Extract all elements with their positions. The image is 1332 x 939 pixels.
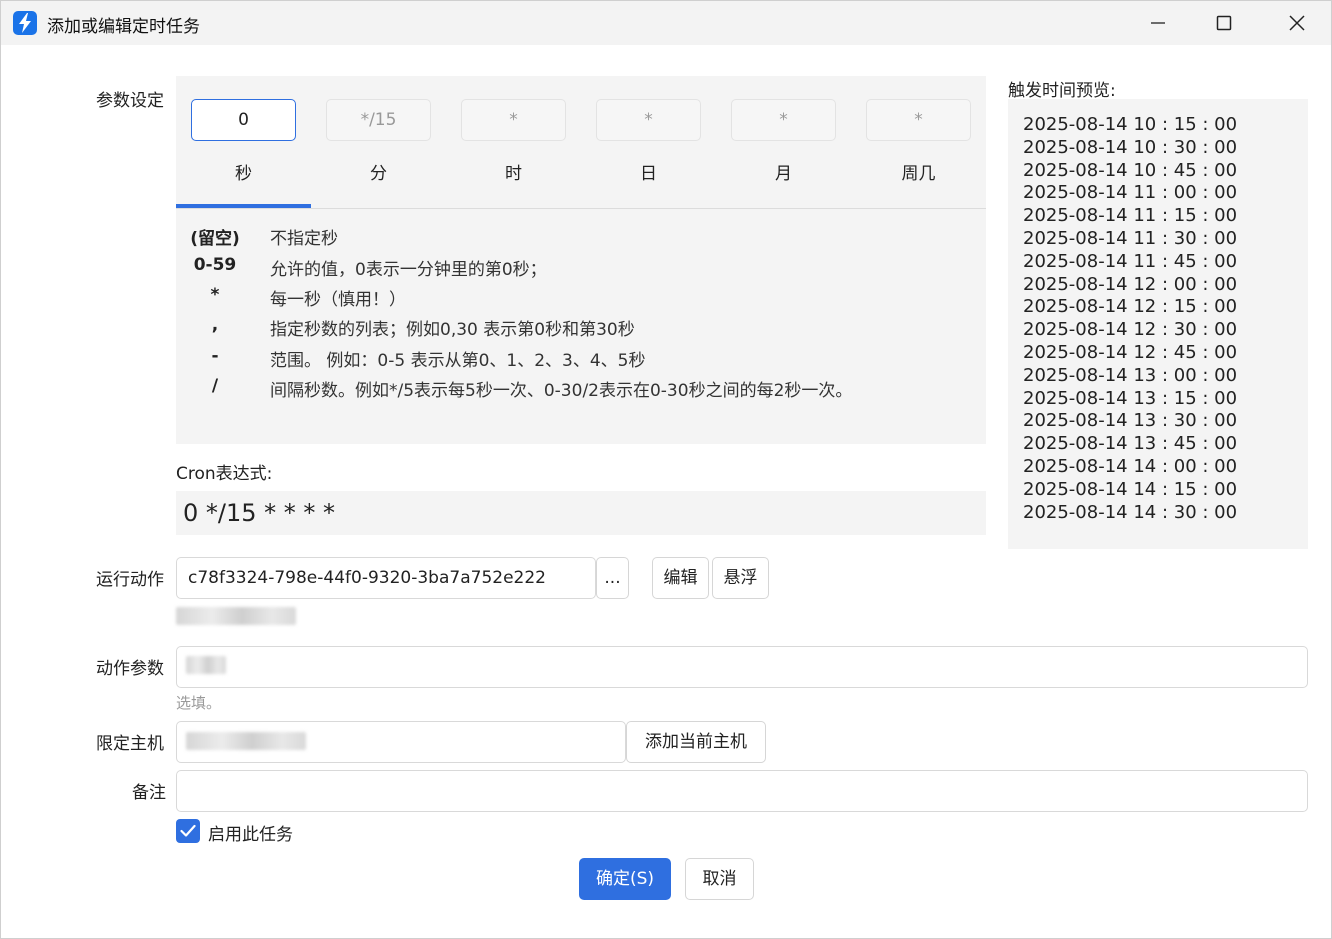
close-button[interactable] (1264, 1, 1330, 45)
hour-field[interactable]: * (461, 99, 566, 141)
action-params-hint: 选填。 (176, 694, 222, 712)
help-row: - 范围。 例如：0-5 表示从第0、1、2、3、4、5秒 (176, 346, 986, 376)
lightning-icon (13, 11, 37, 35)
preview-item: 2025-08-14 13 : 00 : 00 (1023, 364, 1238, 386)
cron-editor-panel: 0 */15 * * * * 秒 分 时 日 月 周几 (留空) 不指定秒 0-… (176, 76, 986, 444)
tab-second[interactable]: 秒 (176, 161, 311, 207)
add-current-host-button[interactable]: 添加当前主机 (626, 721, 766, 763)
preview-item: 2025-08-14 13 : 45 : 00 (1023, 433, 1238, 455)
help-key: , (211, 315, 219, 335)
preview-item: 2025-08-14 10 : 15 : 00 (1023, 114, 1238, 135)
cancel-button[interactable]: 取消 (685, 858, 754, 900)
help-desc: 间隔秒数。例如*/5表示每5秒一次、0-30/2表示在0-30秒之间的每2秒一次… (270, 381, 853, 401)
preview-item: 2025-08-14 12 : 45 : 00 (1023, 341, 1238, 363)
day-field[interactable]: * (596, 99, 701, 141)
float-action-button[interactable]: 悬浮 (712, 557, 769, 599)
tab-divider (176, 208, 986, 209)
ok-button[interactable]: 确定(S) (579, 858, 671, 900)
preview-item: 2025-08-14 11 : 30 : 00 (1023, 227, 1238, 249)
remark-input[interactable] (176, 770, 1308, 812)
preview-item: 2025-08-14 10 : 45 : 00 (1023, 159, 1238, 181)
cron-expression: 0 */15 * * * * (176, 491, 986, 535)
window-title: 添加或编辑定时任务 (47, 17, 200, 37)
help-desc: 允许的值，0表示一分钟里的第0秒； (270, 260, 547, 280)
action-id-input[interactable]: c78f3324-798e-44f0-9320-3ba7a752e222 (176, 557, 596, 599)
second-field[interactable]: 0 (191, 99, 296, 141)
help-row: 0-59 允许的值，0表示一分钟里的第0秒； (176, 255, 986, 285)
preview-label: 触发时间预览: (1008, 81, 1116, 101)
help-row: * 每一秒（慎用！） (176, 285, 986, 315)
preview-item: 2025-08-14 11 : 00 : 00 (1023, 182, 1238, 204)
enable-label[interactable]: 启用此任务 (208, 820, 293, 845)
help-row: / 间隔秒数。例如*/5表示每5秒一次、0-30/2表示在0-30秒之间的每2秒… (176, 376, 986, 406)
preview-item: 2025-08-14 14 : 30 : 00 (1023, 501, 1238, 523)
tab-minute[interactable]: 分 (311, 161, 446, 207)
enable-checkbox[interactable] (176, 819, 200, 843)
maximize-button[interactable] (1191, 1, 1257, 45)
preview-list: 2025-08-14 10 : 15 : 00 2025-08-14 10 : … (1008, 99, 1308, 549)
cron-label: Cron表达式: (176, 464, 273, 484)
tab-day[interactable]: 日 (581, 161, 716, 207)
browse-action-button[interactable]: ... (596, 557, 629, 599)
redacted-params-value (186, 656, 226, 674)
tab-hour[interactable]: 时 (446, 161, 581, 207)
preview-item: 2025-08-14 11 : 45 : 00 (1023, 250, 1238, 272)
minute-field[interactable]: */15 (326, 99, 431, 141)
tab-weekday[interactable]: 周几 (851, 161, 986, 207)
remark-label: 备注 (132, 783, 166, 803)
preview-item: 2025-08-14 12 : 00 : 00 (1023, 273, 1238, 295)
tab-month[interactable]: 月 (716, 161, 851, 207)
help-desc: 范围。 例如：0-5 表示从第0、1、2、3、4、5秒 (270, 351, 646, 371)
help-desc: 指定秒数的列表；例如0,30 表示第0秒和第30秒 (270, 320, 635, 340)
help-row: (留空) 不指定秒 (176, 224, 986, 254)
edit-action-button[interactable]: 编辑 (652, 557, 709, 599)
preview-item: 2025-08-14 14 : 00 : 00 (1023, 455, 1238, 477)
preview-item: 2025-08-14 13 : 15 : 00 (1023, 387, 1238, 409)
redacted-host-value (186, 732, 306, 750)
preview-item: 2025-08-14 10 : 30 : 00 (1023, 136, 1238, 158)
minimize-button[interactable] (1125, 1, 1191, 45)
preview-item: 2025-08-14 11 : 15 : 00 (1023, 205, 1238, 227)
weekday-field[interactable]: * (866, 99, 971, 141)
help-desc: 不指定秒 (270, 229, 338, 249)
action-label: 运行动作 (96, 570, 164, 590)
preview-item: 2025-08-14 13 : 30 : 00 (1023, 410, 1238, 432)
month-field[interactable]: * (731, 99, 836, 141)
title-bar: 添加或编辑定时任务 (1, 1, 1331, 45)
preview-item: 2025-08-14 12 : 30 : 00 (1023, 319, 1238, 341)
action-params-input[interactable] (176, 646, 1308, 688)
help-key: - (211, 346, 219, 366)
action-params-label: 动作参数 (96, 659, 164, 679)
help-row: , 指定秒数的列表；例如0,30 表示第0秒和第30秒 (176, 315, 986, 345)
help-key: * (210, 285, 220, 305)
help-key: 0-59 (193, 255, 237, 275)
preview-item: 2025-08-14 14 : 15 : 00 (1023, 478, 1238, 500)
redacted-action-name (176, 607, 296, 625)
preview-item: 2025-08-14 12 : 15 : 00 (1023, 296, 1238, 318)
help-key: (留空) (190, 229, 240, 249)
help-key: / (211, 376, 219, 396)
dialog-window: 添加或编辑定时任务 参数设定 0 */15 * * * * 秒 分 时 日 月 … (0, 0, 1332, 939)
params-label: 参数设定 (96, 91, 164, 111)
help-desc: 每一秒（慎用！） (270, 290, 406, 310)
host-label: 限定主机 (96, 734, 164, 754)
